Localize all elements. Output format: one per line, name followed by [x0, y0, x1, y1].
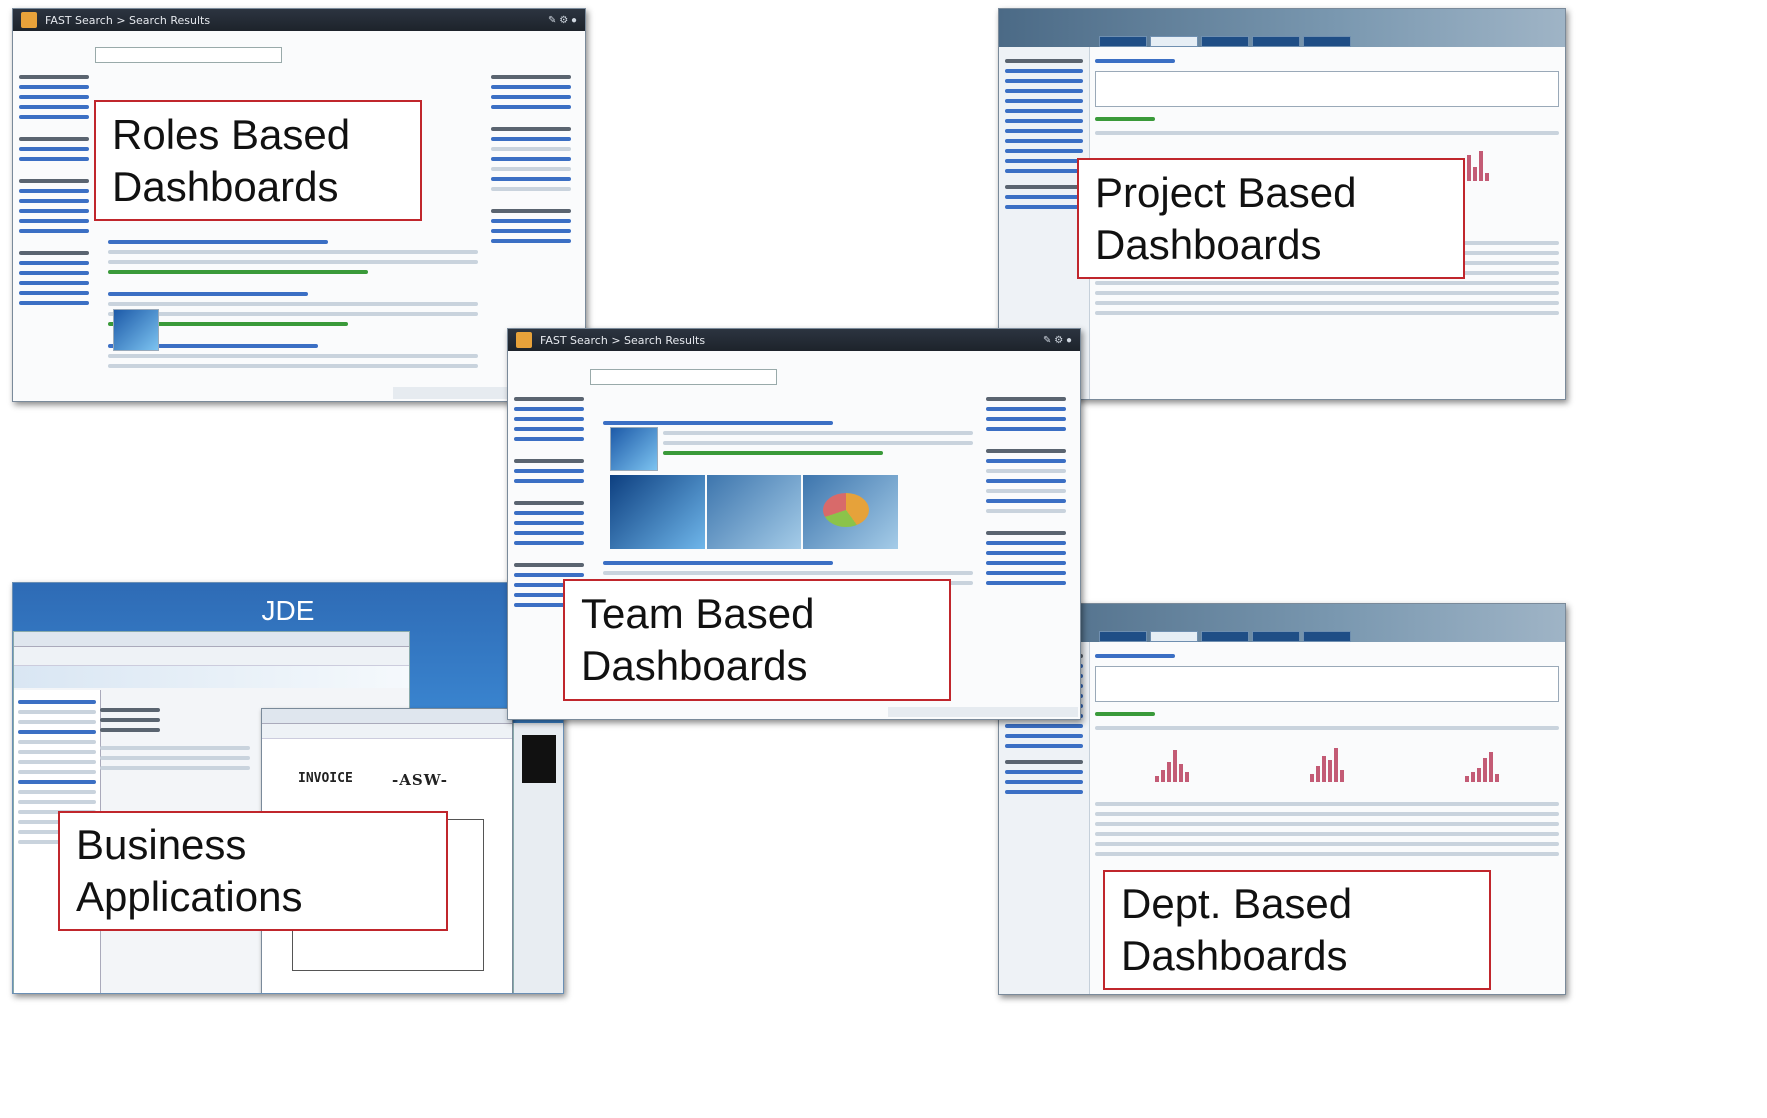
window-title: FAST Search > Search Results	[540, 333, 706, 347]
business-label-line2: Applications	[76, 873, 303, 920]
navigator-histogram	[1455, 141, 1559, 181]
window-title: FAST Search > Search Results	[45, 13, 211, 27]
people-matches-panel	[986, 391, 1066, 591]
refiner-panel	[19, 69, 89, 311]
roles-label-line2: Dashboards	[112, 162, 339, 210]
jde-screenshot: JDE INVOICE -ASW-	[12, 582, 564, 994]
portal-tabs[interactable]	[1099, 36, 1351, 47]
side-panel-window	[513, 723, 563, 993]
status-bar	[888, 707, 1078, 717]
sharepoint-logo-icon	[21, 12, 37, 28]
roles-label: Roles Based Dashboards	[94, 100, 422, 221]
query-string-box[interactable]	[1095, 71, 1559, 107]
query-string-box[interactable]	[1095, 666, 1559, 702]
navigator-histogram-2	[1309, 742, 1344, 782]
preview-carousel[interactable]	[610, 475, 899, 549]
portal-header	[999, 604, 1565, 642]
company-logo: -ASW-	[392, 771, 448, 789]
search-window-titlebar: FAST Search > Search Results ✎ ⚙ ●	[13, 9, 585, 31]
sharepoint-logo-icon	[516, 332, 532, 348]
project-label-line1: Project Based	[1095, 168, 1357, 216]
project-label-line2: Dashboards	[1095, 220, 1322, 268]
business-label: Business Applications	[58, 811, 448, 931]
roles-label-line1: Roles Based	[112, 110, 351, 158]
window-tools-icon[interactable]: ✎ ⚙ ●	[1043, 335, 1072, 346]
dept-label: Dept. Based Dashboards	[1103, 870, 1491, 990]
result-thumbnail	[610, 427, 658, 471]
result-thumbnail	[113, 309, 159, 351]
search-window-titlebar: FAST Search > Search Results ✎ ⚙ ●	[508, 329, 1080, 351]
people-matches-panel	[491, 69, 571, 249]
navigator-histogram-3	[1464, 742, 1499, 782]
pie-thumbnail-icon	[823, 493, 870, 527]
search-results-list	[603, 415, 973, 461]
project-label: Project Based Dashboards	[1077, 158, 1465, 279]
dept-label-line1: Dept. Based	[1121, 880, 1353, 927]
jde-title: JDE	[261, 595, 315, 626]
search-input[interactable]	[95, 47, 282, 63]
team-label: Team Based Dashboards	[563, 579, 951, 701]
search-results-list	[108, 234, 478, 374]
team-label-line1: Team Based	[581, 590, 815, 637]
portal-header	[999, 9, 1565, 47]
dept-label-line2: Dashboards	[1121, 932, 1348, 979]
portal-tabs[interactable]	[1099, 631, 1351, 642]
window-tools-icon[interactable]: ✎ ⚙ ●	[548, 15, 577, 26]
search-input[interactable]	[590, 369, 777, 385]
business-label-line1: Business	[76, 821, 247, 868]
invoice-label: INVOICE	[298, 771, 353, 786]
team-label-line2: Dashboards	[581, 642, 808, 689]
jde-form-fields[interactable]	[100, 702, 250, 776]
navigator-histogram-1	[1155, 742, 1190, 782]
